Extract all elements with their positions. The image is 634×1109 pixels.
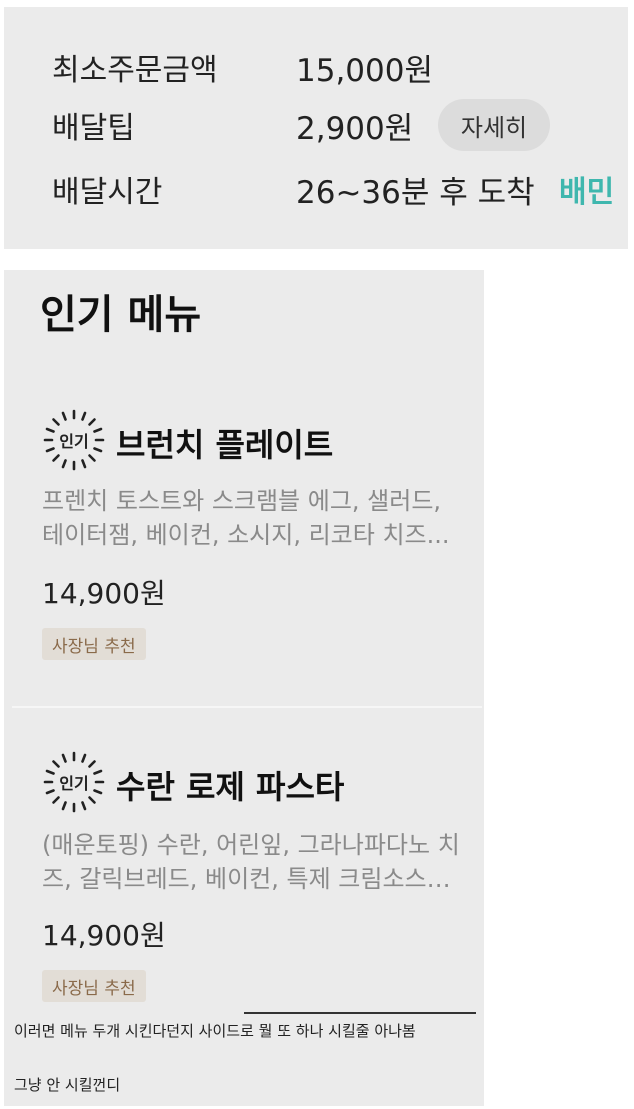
min-order-value: 15,000원 [296,52,433,89]
menu-item-price: 14,900원 [42,919,166,952]
delivery-tip-value: 2,900원 [296,110,414,147]
menu-item-description-line: 즈, 갈릭브레드, 베이컨, 특제 크림소스… [42,865,451,893]
min-order-row: 최소주문금액 15,000원 [4,43,628,91]
delivery-tip-detail-button[interactable]: 자세히 [438,99,550,151]
owner-recommend-tag: 사장님 추천 [42,970,146,1002]
delivery-time-label: 배달시간 [52,175,163,210]
popular-badge-icon: 인기 [42,408,106,472]
delivery-info-panel: 최소주문금액 15,000원 배달팁 2,900원 자세히 배달시간 26~36… [4,7,628,249]
comment-line: 그냥 안 시킬껀디 [14,1076,121,1094]
owner-recommend-tag: 사장님 추천 [42,628,146,660]
menu-item-description: (매운토핑) 수란, 어린잎, 그라나파다노 치 즈, 갈릭브레드, 베이컨, … [42,828,462,896]
baemin-brand-badge: 배민 [559,175,615,210]
menu-divider [12,706,482,708]
menu-item-description-line: 프렌치 토스트와 스크램블 에그, 샐러드, [42,487,442,515]
popular-menu-title: 인기 메뉴 [40,292,202,338]
menu-item-description-line: (매운토핑) 수란, 어린잎, 그라나파다노 치 [42,831,460,859]
menu-item-price: 14,900원 [42,577,166,610]
comment-line: 이러면 메뉴 두개 시킨다던지 사이드로 뭘 또 하나 시킬줄 아나봄 [14,1022,416,1040]
menu-item-card[interactable]: 인기 브런치 플레이트 프렌치 토스트와 스크램블 에그, 샐러드, 테이터잼,… [12,400,480,700]
caption-divider [244,1012,476,1014]
min-order-label: 최소주문금액 [52,53,218,88]
delivery-time-row: 배달시간 26~36분 후 도착 배민 [4,165,628,213]
popular-badge-label: 인기 [59,432,89,451]
menu-item-description-line: 테이터잼, 베이컨, 소시지, 리코타 치즈... [42,521,450,549]
delivery-tip-row: 배달팁 2,900원 자세히 [4,99,628,151]
menu-item-card[interactable]: 인기 수란 로제 파스타 (매운토핑) 수란, 어린잎, 그라나파다노 치 즈,… [12,742,480,1042]
delivery-tip-label: 배달팁 [52,111,135,146]
menu-item-name: 수란 로제 파스타 [116,768,345,806]
menu-item-name: 브런치 플레이트 [116,426,334,464]
popular-badge-label: 인기 [59,774,89,793]
delivery-time-value: 26~36분 후 도착 [296,174,535,211]
menu-item-description: 프렌치 토스트와 스크램블 에그, 샐러드, 테이터잼, 베이컨, 소시지, 리… [42,484,462,552]
popular-menu-panel: 인기 메뉴 인기 브런치 플레이트 프렌치 토스트와 스크램블 에그, 샐러드, [4,270,484,1106]
popular-badge-icon: 인기 [42,750,106,814]
